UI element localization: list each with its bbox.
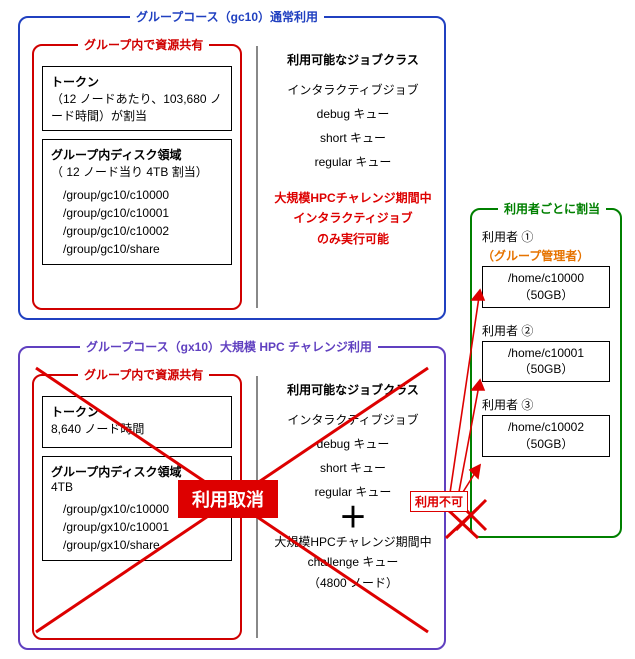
gc10-resource-box: グループ内で資源共有 トークン （12 ノードあたり、103,680 ノード時間… (32, 44, 242, 310)
user-block-1: 利用者 ① （グループ管理者） /home/c10000 （50GB） (482, 228, 610, 308)
gc10-path: /group/gc10/c10001 (63, 204, 223, 222)
gx10-job-item: debug キュー (268, 432, 438, 456)
gx10-resource-title: グループ内で資源共有 (78, 366, 209, 383)
users-title: 利用者ごとに割当 (498, 200, 606, 217)
gc10-path: /group/gc10/c10002 (63, 222, 223, 240)
gx10-path: /group/gx10/c10001 (63, 518, 223, 536)
gc10-job-note: 大規模HPCチャレンジ期間中 (268, 188, 438, 208)
user-home-quota: （50GB） (487, 287, 605, 304)
user-block-3: 利用者 ③ /home/c10002 （50GB） (482, 396, 610, 457)
gc10-token-detail: （12 ノードあたり、103,680 ノード時間）が割当 (51, 90, 223, 124)
cancel-banner: 利用取消 (178, 480, 278, 518)
gx10-path: /group/gx10/share (63, 536, 223, 554)
gx10-token-label: トークン (51, 403, 223, 420)
group-gc10-box: グループコース（gc10）通常利用 グループ内で資源共有 トークン （12 ノー… (18, 16, 446, 320)
gc10-divider (256, 46, 258, 308)
gc10-job-item: regular キュー (268, 150, 438, 174)
user-label: 利用者 ② (482, 322, 610, 339)
users-box: 利用者ごとに割当 利用者 ① （グループ管理者） /home/c10000 （5… (470, 208, 622, 538)
gc10-job-item: インタラクティブジョブ (268, 78, 438, 102)
gx10-jobs-heading: 利用可能なジョブクラス (268, 378, 438, 402)
gc10-token-label: トークン (51, 73, 223, 90)
group-gc10-title: グループコース（gc10）通常利用 (130, 8, 324, 25)
gx10-job-item: インタラクティブジョブ (268, 408, 438, 432)
unavailable-label: 利用不可 (410, 491, 468, 512)
gc10-disk-label: グループ内ディスク領域 (51, 146, 223, 163)
gc10-path: /group/gc10/c10000 (63, 186, 223, 204)
gx10-disk-label: グループ内ディスク領域 (51, 463, 223, 480)
user-admin-label: （グループ管理者） (482, 247, 610, 264)
user-home-box: /home/c10002 （50GB） (482, 415, 610, 457)
user-home-path: /home/c10002 (487, 419, 605, 436)
gx10-challenge-line: （4800 ノード） (268, 573, 438, 593)
gc10-disk-detail: （ 12 ノード当り 4TB 割当） (51, 163, 223, 180)
gc10-job-item: debug キュー (268, 102, 438, 126)
user-label: 利用者 ③ (482, 396, 610, 413)
user-home-path: /home/c10000 (487, 270, 605, 287)
group-gx10-title: グループコース（gx10）大規模 HPC チャレンジ利用 (80, 338, 378, 355)
gc10-jobs-heading: 利用可能なジョブクラス (268, 48, 438, 72)
user-home-box: /home/c10001 （50GB） (482, 341, 610, 383)
user-label: 利用者 ① (482, 228, 610, 245)
gc10-job-note: インタラクティジョブ (268, 208, 438, 228)
user-home-box: /home/c10000 （50GB） (482, 266, 610, 308)
gc10-disk-box: グループ内ディスク領域 （ 12 ノード当り 4TB 割当） /group/gc… (42, 139, 232, 265)
gc10-jobs-col: 利用可能なジョブクラス インタラクティブジョブ debug キュー short … (268, 48, 438, 249)
user-home-quota: （50GB） (487, 436, 605, 453)
gc10-resource-title: グループ内で資源共有 (78, 36, 209, 53)
gx10-challenge-line: challenge キュー (268, 552, 438, 572)
user-home-quota: （50GB） (487, 361, 605, 378)
user-home-path: /home/c10001 (487, 345, 605, 362)
gc10-job-note: のみ実行可能 (268, 229, 438, 249)
gc10-job-item: short キュー (268, 126, 438, 150)
gx10-token-box: トークン 8,640 ノード時間 (42, 396, 232, 448)
user-block-2: 利用者 ② /home/c10001 （50GB） (482, 322, 610, 383)
gx10-jobs-col: 利用可能なジョブクラス インタラクティブジョブ debug キュー short … (268, 378, 438, 593)
gx10-token-detail: 8,640 ノード時間 (51, 420, 223, 437)
gx10-challenge-line: 大規模HPCチャレンジ期間中 (268, 532, 438, 552)
gc10-token-box: トークン （12 ノードあたり、103,680 ノード時間）が割当 (42, 66, 232, 131)
gx10-job-item: short キュー (268, 456, 438, 480)
gc10-path: /group/gc10/share (63, 240, 223, 258)
